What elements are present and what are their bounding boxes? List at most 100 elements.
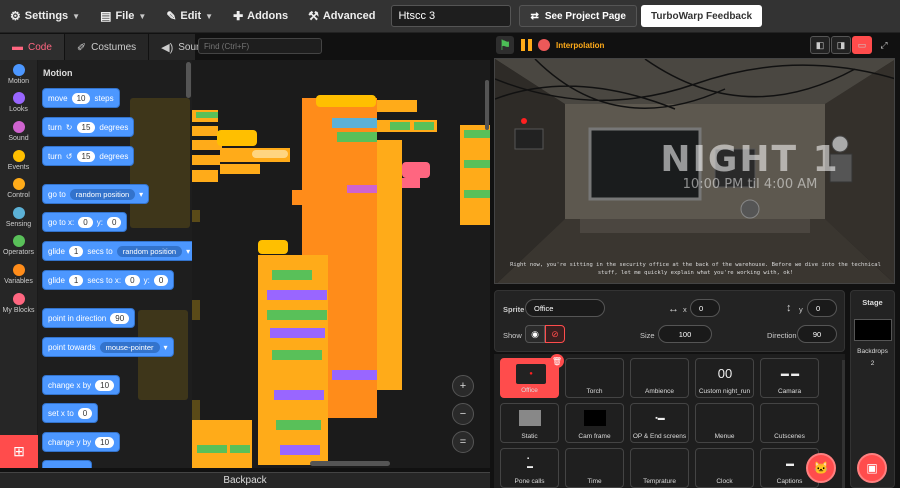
- find-input[interactable]: [198, 38, 322, 54]
- sprite-tile[interactable]: Time: [565, 448, 624, 488]
- sprite-tile[interactable]: ▪ ▬ Pone calls: [500, 448, 559, 488]
- glide-block[interactable]: glide 1 secs to random position ▾: [42, 241, 192, 261]
- block-number[interactable]: 90: [110, 312, 130, 324]
- tab-costumes-label: Costumes: [91, 41, 137, 53]
- sprite-thumbnail: [584, 410, 606, 426]
- zoom-in-button[interactable]: +: [452, 375, 474, 397]
- go-to-xy-block[interactable]: go to x: 0 y: 0: [42, 212, 128, 232]
- sprite-tile[interactable]: ▬ ▬ Camara: [760, 358, 819, 398]
- script-block: [192, 400, 200, 420]
- set-x-block[interactable]: set x to 0: [42, 403, 99, 423]
- glide-xy-block[interactable]: glide 1 secs to x: 0 y: 0: [42, 270, 175, 290]
- tab-costumes[interactable]: ✐ Costumes: [65, 34, 150, 60]
- point-towards-block[interactable]: point towards mouse-pointer ▾: [42, 337, 174, 357]
- y-position-input[interactable]: [807, 299, 837, 317]
- add-backdrop-button[interactable]: ▣: [857, 453, 887, 483]
- block-number[interactable]: 15: [76, 121, 96, 133]
- sprite-tile-name: Static: [521, 433, 538, 440]
- advanced-menu[interactable]: ⚒ Advanced: [298, 0, 385, 33]
- project-title-input[interactable]: [391, 5, 512, 27]
- fullscreen-button[interactable]: ⤢: [874, 36, 894, 54]
- direction-input[interactable]: [797, 325, 837, 343]
- addons-menu[interactable]: ✚ Addons: [223, 0, 298, 33]
- zoom-out-button[interactable]: −: [452, 403, 474, 425]
- block-number[interactable]: 10: [95, 436, 115, 448]
- settings-menu[interactable]: ⚙ Settings ▼: [0, 0, 90, 33]
- sprite-tile[interactable]: 00 Custom night_run: [695, 358, 754, 398]
- sprite-name-input[interactable]: [525, 299, 605, 317]
- move-block[interactable]: move 10 steps: [42, 88, 120, 108]
- file-menu[interactable]: ▤ File ▼: [90, 0, 156, 33]
- block-number[interactable]: 0: [153, 274, 169, 286]
- tab-code[interactable]: ▬ Code: [0, 34, 65, 60]
- change-y-block[interactable]: change y by 10: [42, 432, 121, 452]
- add-sprite-button[interactable]: 🐱: [806, 453, 836, 483]
- advanced-label: Advanced: [322, 10, 376, 22]
- block-number[interactable]: 0: [106, 216, 122, 228]
- block-number[interactable]: 0: [78, 216, 93, 228]
- size-input[interactable]: [658, 325, 712, 343]
- sprite-tile[interactable]: Cam frame: [565, 403, 624, 443]
- block-number[interactable]: 10: [71, 92, 91, 104]
- category-motion[interactable]: Motion: [0, 60, 37, 89]
- sprite-tile[interactable]: Static: [500, 403, 559, 443]
- category-sensing[interactable]: Sensing: [0, 203, 37, 232]
- show-hidden-button[interactable]: ⊘: [545, 325, 565, 343]
- block-dropdown[interactable]: mouse-pointer: [99, 341, 160, 353]
- block-number[interactable]: 15: [76, 150, 96, 162]
- category-variables[interactable]: Variables: [0, 260, 37, 289]
- feedback-button[interactable]: TurboWarp Feedback: [640, 5, 763, 27]
- block-number[interactable]: 10: [95, 379, 115, 391]
- sprite-tile[interactable]: Cutscenes: [760, 403, 819, 443]
- see-project-page-button[interactable]: ⇄ See Project Page: [519, 5, 637, 27]
- block-dropdown[interactable]: random position: [69, 188, 136, 200]
- add-extension-button[interactable]: ⊞: [0, 435, 38, 468]
- block-dropdown[interactable]: random position: [116, 245, 183, 257]
- category-control[interactable]: Control: [0, 174, 37, 203]
- category-my-blocks[interactable]: My Blocks: [0, 289, 37, 318]
- go-to-block[interactable]: go to random position ▾: [42, 184, 150, 204]
- x-position-input[interactable]: [690, 299, 720, 317]
- green-flag-button[interactable]: ⚑: [496, 36, 514, 54]
- delete-sprite-button[interactable]: 🗑: [550, 354, 564, 368]
- category-looks[interactable]: Looks: [0, 89, 37, 118]
- category-events[interactable]: Events: [0, 146, 37, 175]
- palette-scrollbar[interactable]: [186, 62, 191, 98]
- category-operators[interactable]: Operators: [0, 232, 37, 261]
- turn-left-block[interactable]: turn ↺ 15 degrees: [42, 146, 135, 166]
- sprite-tile[interactable]: Clock: [695, 448, 754, 488]
- sprite-thumbnail: ▪▬: [527, 456, 533, 470]
- editor-tabs: ▬ Code ✐ Costumes ◀) Sounds: [0, 34, 226, 60]
- code-workspace[interactable]: [192, 60, 490, 468]
- sprite-tile[interactable]: Ambience: [630, 358, 689, 398]
- palette-block-partial[interactable]: [42, 460, 92, 468]
- sprite-tile[interactable]: Temprature: [630, 448, 689, 488]
- stage-canvas[interactable]: NIGHT 1 10:00 PM til 4:00 AM Right now, …: [494, 58, 895, 284]
- workspace-vertical-scrollbar[interactable]: [485, 80, 489, 130]
- category-sound[interactable]: Sound: [0, 117, 37, 146]
- normal-stage-button[interactable]: ◨: [831, 36, 851, 54]
- sprite-tile[interactable]: ▪▬ OP & End screens: [630, 403, 689, 443]
- stop-button[interactable]: [538, 39, 550, 51]
- show-visible-button[interactable]: ◉: [525, 325, 545, 343]
- point-in-direction-block[interactable]: point in direction 90: [42, 308, 136, 328]
- change-x-block[interactable]: change x by 10: [42, 375, 121, 395]
- sprite-list-scrollbar[interactable]: [842, 360, 845, 488]
- block-number[interactable]: 1: [68, 274, 84, 286]
- see-project-label: See Project Page: [544, 10, 626, 22]
- block-number[interactable]: 0: [125, 274, 140, 286]
- block-number[interactable]: 1: [68, 245, 84, 257]
- pause-button[interactable]: [518, 37, 534, 53]
- workspace-horizontal-scrollbar[interactable]: [310, 461, 390, 466]
- sprite-tile[interactable]: Menue: [695, 403, 754, 443]
- block-number[interactable]: 0: [77, 407, 93, 419]
- night-title: NIGHT 1: [660, 139, 840, 180]
- backpack[interactable]: Backpack: [0, 472, 490, 488]
- zoom-reset-button[interactable]: =: [452, 431, 474, 453]
- small-stage-button[interactable]: ◧: [810, 36, 830, 54]
- large-stage-button[interactable]: ▭: [852, 36, 872, 54]
- sprite-tile[interactable]: Torch: [565, 358, 624, 398]
- block-text: secs to x:: [87, 275, 122, 285]
- edit-menu[interactable]: ✎ Edit ▼: [156, 0, 223, 33]
- turn-right-block[interactable]: turn ↻ 15 degrees: [42, 117, 135, 137]
